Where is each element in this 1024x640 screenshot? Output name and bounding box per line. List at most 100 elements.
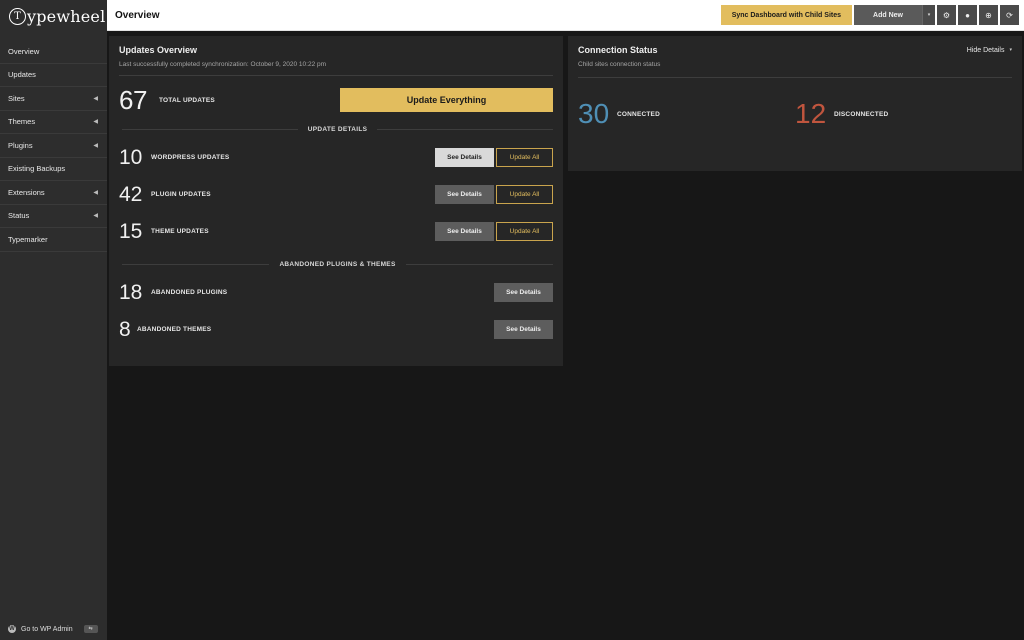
wordpress-updates-label: WORDPRESS UPDATES <box>151 154 230 161</box>
theme-updates-label: THEME UPDATES <box>151 228 209 235</box>
connection-status-title: Connection Status <box>578 45 658 55</box>
sidebar-item-label: Typemarker <box>8 234 48 244</box>
go-to-wp-admin-link[interactable]: W Go to WP Admin ⇆ <box>8 625 98 633</box>
hide-details-label: Hide Details <box>966 46 1005 54</box>
sidebar-nav: Overview Updates Sites ◀ Themes ◀ Plugins ◀… <box>0 40 107 252</box>
abandoned-themes-label: ABANDONED THEMES <box>137 326 212 333</box>
divider <box>405 264 554 265</box>
globe-icon[interactable]: ⊕ <box>979 5 998 25</box>
row-actions: See Details Update All <box>435 148 553 167</box>
sidebar: Typewheel Overview Updates Sites ◀ Themes… <box>0 0 107 640</box>
abandoned-plugins-label: ABANDONED PLUGINS <box>151 289 228 296</box>
sidebar-item-updates[interactable]: Updates <box>0 64 107 87</box>
abandoned-plugins-count: 18 <box>119 280 143 304</box>
abandoned-themes-count: 8 <box>119 317 131 341</box>
caret-left-icon: ◀ <box>93 142 98 149</box>
caret-left-icon: ◀ <box>93 95 98 102</box>
see-details-button[interactable]: See Details <box>435 148 494 167</box>
row-actions: See Details <box>494 320 553 339</box>
sidebar-item-label: Updates <box>8 70 36 80</box>
page-title: Overview <box>115 9 160 21</box>
add-new-button[interactable]: Add New <box>854 5 922 25</box>
sidebar-item-label: Overview <box>8 46 40 56</box>
sidebar-item-overview[interactable]: Overview <box>0 40 107 64</box>
plugin-updates-row: 42 PLUGIN UPDATES See Details Update All <box>119 176 553 213</box>
sidebar-item-label: Sites <box>8 93 25 103</box>
caret-left-icon: ◀ <box>93 189 98 196</box>
update-details-heading: UPDATE DETAILS <box>122 126 554 133</box>
chevron-down-icon[interactable]: ▾ <box>922 5 935 25</box>
plugin-updates-count: 42 <box>119 182 143 206</box>
last-sync-text: Last successfully completed synchronizat… <box>119 61 327 68</box>
see-details-button[interactable]: See Details <box>494 283 553 302</box>
see-details-button[interactable]: See Details <box>435 185 494 204</box>
sidebar-item-plugins[interactable]: Plugins ◀ <box>0 134 107 158</box>
wordpress-updates-count: 10 <box>119 145 143 169</box>
row-actions: See Details <box>494 283 553 302</box>
refresh-icon[interactable]: ⟳ <box>1000 5 1019 25</box>
abandoned-plugins-row: 18 ABANDONED PLUGINS See Details <box>119 274 553 311</box>
caret-left-icon: ◀ <box>93 119 98 126</box>
update-all-button[interactable]: Update All <box>496 148 553 167</box>
disconnected-stat: 12 DISCONNECTED <box>795 98 1012 130</box>
row-actions: See Details Update All <box>435 185 553 204</box>
connection-stats: 30 CONNECTED 12 DISCONNECTED <box>578 98 1012 130</box>
plugin-updates-label: PLUGIN UPDATES <box>151 191 211 198</box>
total-updates-label: TOTAL UPDATES <box>159 96 215 104</box>
sidebar-toggle-icon[interactable]: ⇆ <box>83 625 98 633</box>
top-bar: Overview Sync Dashboard with Child Sites… <box>107 0 1024 31</box>
lightbulb-icon[interactable]: ● <box>958 5 977 25</box>
connected-stat: 30 CONNECTED <box>578 98 795 130</box>
logo-mark-icon: T <box>9 8 26 25</box>
row-actions: See Details Update All <box>435 222 553 241</box>
abandoned-themes-row: 8 ABANDONED THEMES See Details <box>119 311 553 348</box>
abandoned-heading: ABANDONED PLUGINS & THEMES <box>122 261 554 268</box>
sidebar-item-label: Status <box>8 211 30 221</box>
connected-count: 30 <box>578 98 610 129</box>
wordpress-updates-row: 10 WORDPRESS UPDATES See Details Update … <box>119 139 553 176</box>
divider <box>377 129 554 130</box>
disconnected-count: 12 <box>795 98 827 129</box>
divider <box>119 75 553 76</box>
updates-overview-title: Updates Overview <box>119 45 198 55</box>
abandoned-title: ABANDONED PLUGINS & THEMES <box>279 261 396 268</box>
logo-text: ypewheel <box>27 7 106 26</box>
sidebar-item-status[interactable]: Status ◀ <box>0 205 107 228</box>
sidebar-item-extensions[interactable]: Extensions ◀ <box>0 181 107 205</box>
sidebar-item-sites[interactable]: Sites ◀ <box>0 87 107 111</box>
connected-label: CONNECTED <box>617 110 660 118</box>
gear-icon[interactable]: ⚙ <box>937 5 956 25</box>
update-everything-button[interactable]: Update Everything <box>340 88 553 112</box>
divider <box>578 77 1012 78</box>
sidebar-item-existing-backups[interactable]: Existing Backups <box>0 158 107 181</box>
sidebar-item-label: Plugins <box>8 140 33 150</box>
typewheel-logo[interactable]: Typewheel <box>0 0 107 33</box>
sidebar-item-typemarker[interactable]: Typemarker <box>0 228 107 252</box>
divider <box>122 129 298 130</box>
updates-overview-panel: Updates Overview Last successfully compl… <box>109 36 563 366</box>
see-details-button[interactable]: See Details <box>494 320 553 339</box>
update-all-button[interactable]: Update All <box>496 222 553 241</box>
connection-subtitle: Child sites connection status <box>578 61 661 68</box>
total-updates-count: 67 <box>119 84 147 115</box>
theme-updates-count: 15 <box>119 219 143 243</box>
sidebar-item-themes[interactable]: Themes ◀ <box>0 111 107 134</box>
update-details-title: UPDATE DETAILS <box>307 126 368 133</box>
wp-admin-label: Go to WP Admin <box>21 625 73 633</box>
chevron-down-icon: ▾ <box>1009 47 1012 53</box>
theme-updates-row: 15 THEME UPDATES See Details Update All <box>119 213 553 250</box>
total-updates-row: 67 TOTAL UPDATES Update Everything <box>119 85 553 115</box>
see-details-button[interactable]: See Details <box>435 222 494 241</box>
sidebar-item-label: Existing Backups <box>8 164 66 174</box>
connection-header: Connection Status Hide Details ▾ <box>578 45 1012 55</box>
hide-details-toggle[interactable]: Hide Details ▾ <box>967 47 1012 54</box>
caret-left-icon: ◀ <box>93 213 98 220</box>
sidebar-item-label: Extensions <box>8 187 45 197</box>
connection-status-panel: Connection Status Hide Details ▾ Child s… <box>568 36 1022 171</box>
sync-dashboard-button[interactable]: Sync Dashboard with Child Sites <box>720 5 852 25</box>
disconnected-label: DISCONNECTED <box>834 110 889 118</box>
update-all-button[interactable]: Update All <box>496 185 553 204</box>
sidebar-item-label: Themes <box>8 117 36 127</box>
divider <box>122 264 270 265</box>
wordpress-icon: W <box>8 625 16 633</box>
